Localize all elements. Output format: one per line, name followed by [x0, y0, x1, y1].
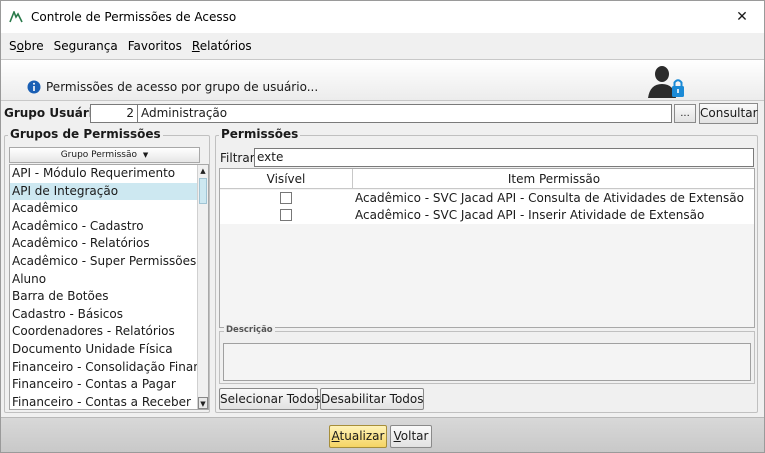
- permission-groups-panel: Grupos de Permissões Grupo Permissão ▼ A…: [4, 127, 210, 413]
- voltar-label: Voltar: [393, 429, 429, 443]
- info-icon: [27, 80, 41, 94]
- permissions-legend: Permissões: [219, 127, 301, 141]
- menu-item-sobre[interactable]: Sobre: [4, 39, 49, 53]
- vertical-scrollbar[interactable]: ▲ ▼: [197, 165, 208, 409]
- group-user-row: Grupo Usuário: 2 Administração ... Consu…: [1, 103, 764, 125]
- close-button[interactable]: ✕: [720, 1, 764, 33]
- list-item[interactable]: API de Integração: [10, 182, 198, 201]
- visible-checkbox[interactable]: [280, 192, 292, 204]
- atualizar-button[interactable]: Atualizar: [329, 425, 387, 448]
- list-item[interactable]: Aluno: [10, 271, 198, 289]
- sort-desc-icon: ▼: [142, 151, 149, 159]
- app-logo-icon: [9, 10, 25, 24]
- close-icon: ✕: [736, 9, 748, 25]
- visible-checkbox[interactable]: [280, 209, 292, 221]
- column-header-grupo-permissao[interactable]: Grupo Permissão ▼: [9, 147, 200, 163]
- scroll-down-icon[interactable]: ▼: [198, 397, 208, 409]
- column-header-item-permissao[interactable]: Item Permissão: [354, 169, 754, 189]
- filter-input[interactable]: exte: [254, 148, 754, 167]
- column-header-visivel[interactable]: Visível: [220, 169, 353, 189]
- list-item[interactable]: Acadêmico: [10, 200, 198, 218]
- menu-item-relatorios[interactable]: Relatórios: [187, 39, 257, 53]
- description-legend: Descrição: [224, 325, 275, 335]
- description-group: Descrição: [219, 325, 755, 384]
- scroll-thumb[interactable]: [199, 178, 207, 204]
- list-item[interactable]: Cadastro - Básicos: [10, 306, 198, 324]
- table-row[interactable]: Acadêmico - SVC Jacad API - Inserir Ativ…: [220, 207, 754, 224]
- voltar-button[interactable]: Voltar: [390, 425, 432, 448]
- consultar-button[interactable]: Consultar: [699, 103, 758, 124]
- permission-groups-legend: Grupos de Permissões: [8, 127, 163, 141]
- description-field[interactable]: [223, 343, 751, 381]
- menu-item-favoritos[interactable]: Favoritos: [123, 39, 187, 53]
- window-title: Controle de Permissões de Acesso: [31, 10, 237, 24]
- group-lookup-button[interactable]: ...: [674, 104, 696, 123]
- permission-item-text: Acadêmico - SVC Jacad API - Consulta de …: [355, 191, 744, 205]
- menu-item-seguranca[interactable]: Segurança: [49, 39, 123, 53]
- list-item[interactable]: API - Módulo Requerimento: [10, 165, 198, 183]
- atualizar-label: Atualizar: [331, 429, 385, 443]
- list-item[interactable]: Barra de Botões: [10, 288, 198, 306]
- table-row[interactable]: Acadêmico - SVC Jacad API - Consulta de …: [220, 190, 754, 207]
- list-item[interactable]: Documento Unidade Física: [10, 341, 198, 359]
- group-id-field[interactable]: 2: [90, 104, 138, 123]
- filter-label: Filtrar:: [220, 151, 259, 165]
- permissions-table: Visível Item Permissão Acadêmico - SVC J…: [219, 168, 755, 328]
- app-window: Controle de Permissões de Acesso ✕ Sobre…: [0, 0, 765, 453]
- permission-groups-list[interactable]: API - Módulo Requerimento API de Integraç…: [9, 164, 209, 410]
- list-item[interactable]: Financeiro - Contas a Pagar: [10, 376, 198, 394]
- scroll-up-icon[interactable]: ▲: [198, 165, 208, 177]
- list-item[interactable]: Acadêmico - Relatórios: [10, 235, 198, 253]
- table-header: Visível Item Permissão: [220, 169, 754, 189]
- list-item[interactable]: Acadêmico - Cadastro: [10, 218, 198, 236]
- info-text: Permissões de acesso por grupo de usuári…: [46, 80, 319, 94]
- user-lock-icon: [645, 64, 689, 100]
- menu-bar: Sobre Segurança Favoritos Relatórios: [1, 33, 764, 59]
- info-banner: Permissões de acesso por grupo de usuári…: [1, 59, 764, 101]
- group-name-field[interactable]: Administração: [138, 104, 672, 123]
- column-header-label: Grupo Permissão: [60, 150, 138, 160]
- permission-item-text: Acadêmico - SVC Jacad API - Inserir Ativ…: [355, 208, 705, 222]
- disable-all-button[interactable]: Desabilitar Todos: [320, 388, 424, 410]
- title-bar: Controle de Permissões de Acesso ✕: [1, 1, 764, 33]
- list-item[interactable]: Financeiro - Contas a Receber: [10, 394, 198, 409]
- select-all-button[interactable]: Selecionar Todos: [219, 388, 321, 410]
- permissions-panel: Permissões Filtrar: exte Visível Item Pe…: [215, 127, 758, 413]
- list-item[interactable]: Acadêmico - Super Permissões: [10, 253, 198, 271]
- list-item[interactable]: Coordenadores - Relatórios: [10, 323, 198, 341]
- list-item[interactable]: Financeiro - Consolidação Financ...: [10, 359, 198, 377]
- footer-bar: Atualizar Voltar: [1, 417, 764, 452]
